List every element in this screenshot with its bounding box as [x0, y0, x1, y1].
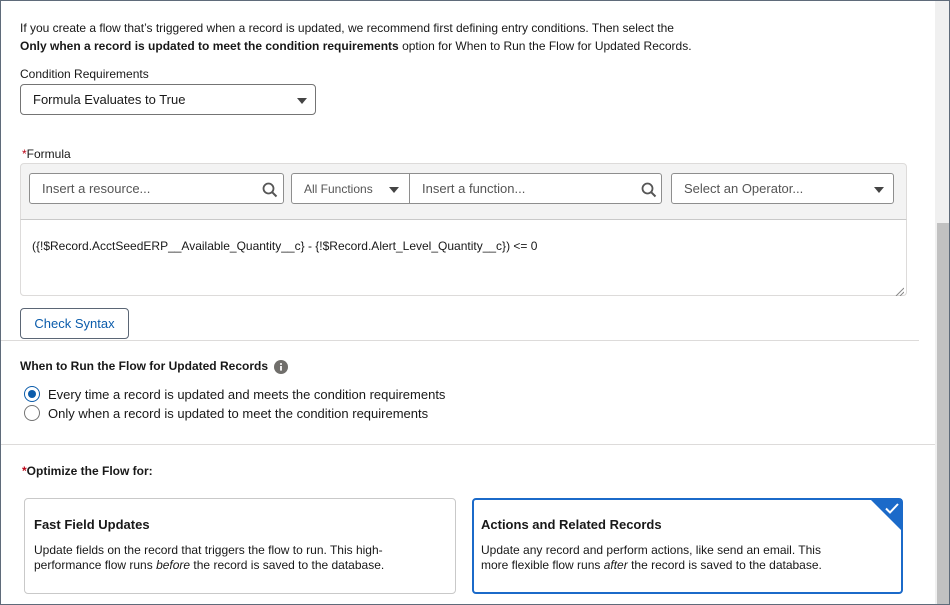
when-to-run-title: When to Run the Flow for Updated Records — [20, 359, 268, 373]
operator-placeholder: Select an Operator... — [684, 181, 804, 196]
functions-category-select[interactable]: All Functions — [291, 173, 410, 204]
card-actions-related-records[interactable]: Actions and Related Records Update any r… — [472, 498, 903, 594]
formula-label-text: Formula — [26, 147, 71, 161]
functions-category-value: All Functions — [304, 181, 373, 196]
section-divider — [1, 444, 935, 445]
radio-option-only-when[interactable]: Only when a record is updated to meet th… — [24, 405, 624, 423]
operator-select[interactable]: Select an Operator... — [671, 173, 894, 204]
card-description: Update fields on the record that trigger… — [34, 543, 449, 573]
chevron-down-icon — [389, 187, 399, 193]
flow-start-panel: If you create a flow that’s triggered wh… — [0, 0, 950, 605]
search-icon[interactable] — [641, 182, 657, 198]
card-description-emphasis: after — [603, 558, 628, 572]
card-description-line-1: Update any record and perform actions, l… — [481, 543, 821, 557]
search-icon[interactable] — [262, 182, 278, 198]
insert-resource-placeholder: Insert a resource... — [42, 181, 151, 196]
card-description-line-2: performance flow runs before the record … — [34, 558, 449, 573]
card-title: Fast Field Updates — [34, 517, 150, 532]
intro-help-text: If you create a flow that’s triggered wh… — [20, 19, 900, 55]
condition-requirements-value: Formula Evaluates to True — [33, 92, 186, 107]
optimize-title: *Optimize the Flow for: — [22, 463, 153, 479]
section-divider — [1, 340, 919, 341]
card-fast-field-updates[interactable]: Fast Field Updates Update fields on the … — [24, 498, 456, 594]
radio-option-label: Every time a record is updated and meets… — [48, 387, 446, 402]
card-description-emphasis: before — [156, 558, 191, 572]
scrollbar-thumb[interactable] — [937, 223, 949, 604]
card-description-text: more flexible flow runs — [481, 558, 604, 572]
optimize-title-text: Optimize the Flow for: — [26, 464, 153, 478]
intro-line-2-rest: option for When to Run the Flow for Upda… — [398, 39, 692, 53]
check-syntax-button[interactable]: Check Syntax — [20, 308, 129, 339]
chevron-down-icon — [297, 98, 307, 104]
condition-requirements-select[interactable]: Formula Evaluates to True — [20, 84, 316, 115]
card-description-text: the record is saved to the database. — [190, 558, 385, 572]
radio-option-label: Only when a record is updated to meet th… — [48, 406, 429, 421]
card-description: Update any record and perform actions, l… — [481, 543, 881, 573]
condition-requirements-label: Condition Requirements — [20, 67, 149, 81]
intro-line-2: Only when a record is updated to meet th… — [20, 37, 900, 55]
card-description-line-1: Update fields on the record that trigger… — [34, 543, 383, 557]
resize-handle-icon[interactable] — [894, 283, 905, 297]
card-description-text: the record is saved to the database. — [627, 558, 822, 572]
formula-expression: ({!$Record.AcctSeedERP__Available_Quanti… — [32, 239, 538, 253]
formula-label: *Formula — [22, 146, 71, 162]
intro-line-2-bold: Only when a record is updated to meet th… — [20, 39, 399, 53]
check-icon — [884, 502, 900, 520]
info-icon[interactable] — [274, 360, 288, 374]
intro-line-1: If you create a flow that’s triggered wh… — [20, 21, 674, 35]
radio-option-every-time[interactable]: Every time a record is updated and meets… — [24, 386, 624, 404]
insert-resource-input[interactable]: Insert a resource... — [29, 173, 284, 204]
radio-button-checked[interactable] — [24, 386, 40, 402]
card-description-line-2: more flexible flow runs after the record… — [481, 558, 881, 573]
chevron-down-icon — [874, 187, 884, 193]
formula-textarea[interactable]: ({!$Record.AcctSeedERP__Available_Quanti… — [20, 219, 907, 297]
insert-function-placeholder: Insert a function... — [422, 181, 526, 196]
card-description-text: performance flow runs — [34, 558, 157, 572]
insert-function-input[interactable]: Insert a function... — [409, 173, 662, 204]
card-title: Actions and Related Records — [481, 517, 662, 532]
radio-button[interactable] — [24, 405, 40, 421]
